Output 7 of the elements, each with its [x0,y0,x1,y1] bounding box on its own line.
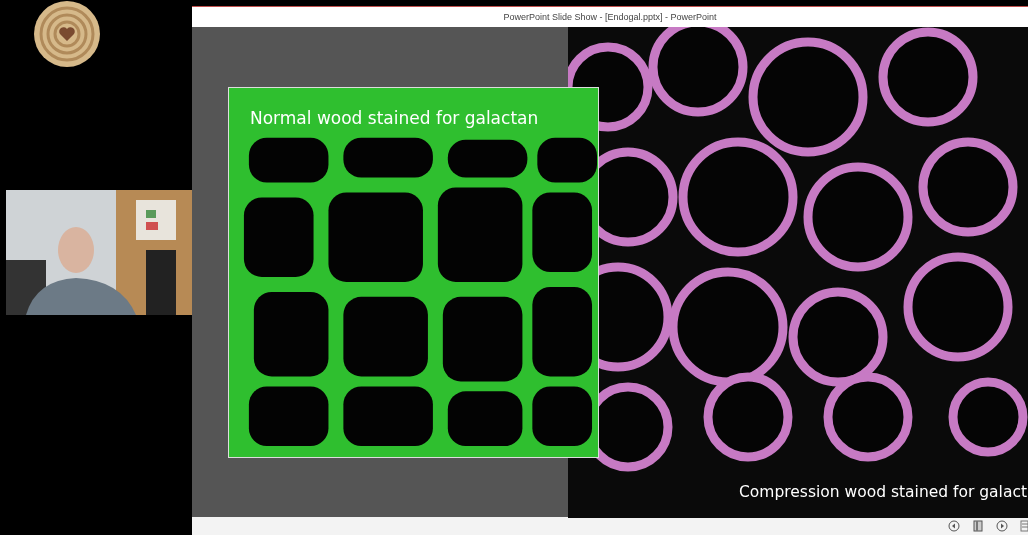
reading-view-icon[interactable] [972,520,984,533]
image-caption: Compression wood stained for galact [739,482,1027,501]
next-slide-button[interactable] [996,520,1008,533]
menu-icon[interactable] [1020,520,1028,533]
window-title: PowerPoint Slide Show - [Endogal.pptx] - PowerPoint [503,12,717,22]
previous-slide-button[interactable] [948,520,960,533]
image-caption: Normal wood stained for galactan [250,107,539,128]
